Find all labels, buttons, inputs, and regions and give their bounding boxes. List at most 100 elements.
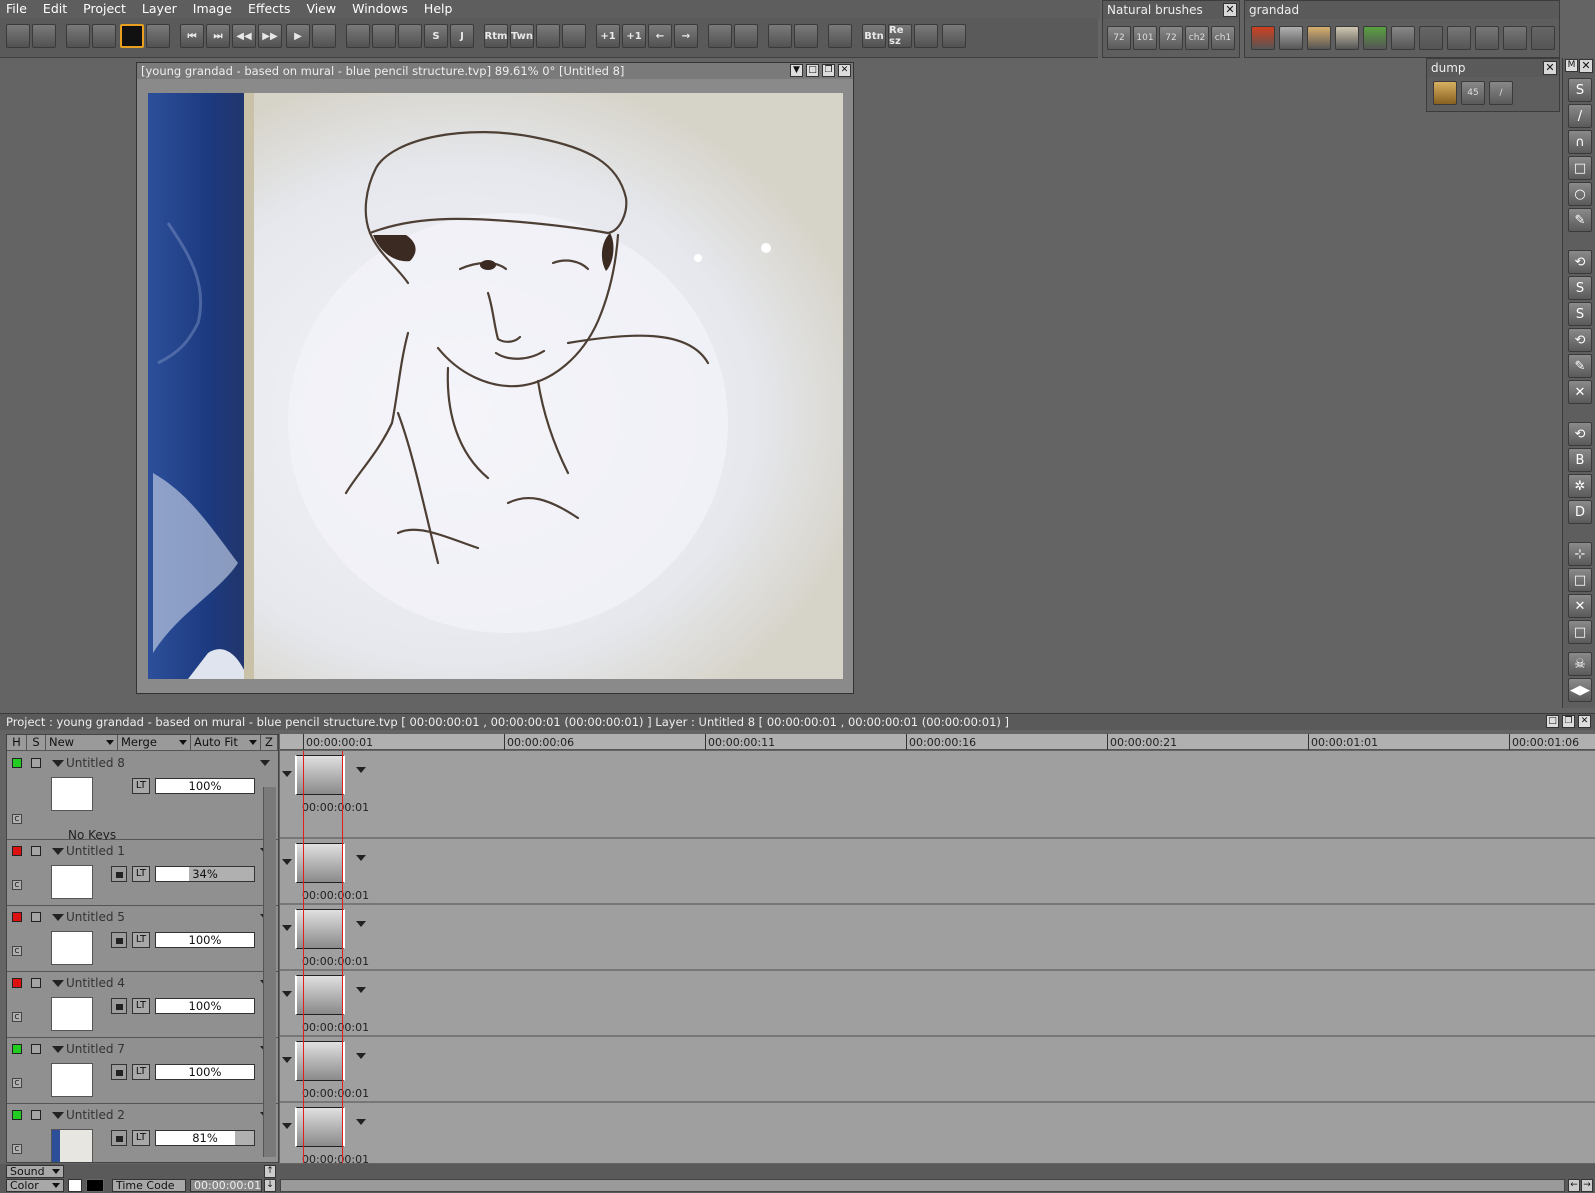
layer-thumbnail[interactable] (51, 1063, 93, 1097)
tool-9[interactable]: ⟲ (1568, 328, 1592, 352)
resize-icon[interactable]: Re sz (888, 24, 912, 48)
layer-color-tag[interactable] (12, 846, 22, 856)
scroll-right-icon[interactable]: → (1581, 1179, 1593, 1192)
layer-thumbnail[interactable] (51, 997, 93, 1031)
add-one-icon[interactable]: +1 (622, 24, 646, 48)
expand-layer-icon[interactable] (52, 914, 64, 927)
layer-color-tag[interactable] (12, 978, 22, 988)
shift-left-icon[interactable]: ← (648, 24, 672, 48)
blank-icon[interactable] (942, 24, 966, 48)
last-frame-icon[interactable]: ⏭ (206, 24, 230, 48)
clip-menu-icon[interactable] (356, 1053, 366, 1064)
layer-row[interactable]: C Untitled 4 LT 100% (7, 972, 278, 1038)
layer-light-table-icon[interactable]: C (12, 946, 22, 956)
lock-icon[interactable] (111, 1130, 127, 1146)
auto-fit-dropdown[interactable]: Auto Fit (191, 735, 261, 750)
layer-light-table-icon[interactable]: C (12, 814, 22, 824)
palette-header[interactable]: M (1565, 59, 1578, 72)
opacity-slider[interactable]: 100% (155, 778, 255, 794)
clip-menu-icon[interactable] (282, 771, 292, 782)
layer-name[interactable]: Untitled 4 (66, 976, 125, 990)
window-icon[interactable] (32, 24, 56, 48)
tool-16[interactable]: ⊹ (1568, 542, 1592, 566)
close-icon[interactable]: ✕ (1223, 3, 1237, 17)
close-icon[interactable]: ✕ (838, 64, 851, 77)
layer-track[interactable]: 00:00:00:01 (280, 905, 1595, 971)
grandad-brush-4[interactable] (1363, 26, 1387, 50)
layer-solo-checkbox[interactable] (31, 978, 41, 988)
timeline-ruler[interactable]: 00:00:00:01 00:00:00:06 00:00:00:11 00:00:0… (280, 734, 1595, 750)
menu-image[interactable]: Image (185, 0, 240, 18)
drawing-canvas[interactable] (148, 93, 843, 679)
close-icon[interactable]: ✕ (1543, 61, 1557, 75)
grandad-brush-10[interactable] (1531, 26, 1555, 50)
background-color-swatch[interactable] (86, 1179, 104, 1192)
layer-name[interactable]: Untitled 2 (66, 1108, 125, 1122)
tool-2[interactable]: ∩ (1568, 130, 1592, 154)
dump-brush-2[interactable]: / (1489, 81, 1513, 105)
layer-thumbnail[interactable] (51, 1129, 93, 1162)
clip-menu-icon[interactable] (282, 925, 292, 936)
camera-icon[interactable] (146, 24, 170, 48)
table-icon[interactable] (708, 24, 732, 48)
insert-icon[interactable] (536, 24, 560, 48)
twn-icon[interactable]: Twn (510, 24, 534, 48)
hand-icon[interactable] (914, 24, 938, 48)
clip-menu-icon[interactable] (356, 1119, 366, 1130)
opacity-slider[interactable]: 100% (155, 1064, 255, 1080)
layer-row[interactable]: C Untitled 1 LT 34% (7, 840, 278, 906)
timeline-hscrollbar[interactable] (280, 1179, 1565, 1192)
cursor-icon[interactable] (372, 24, 396, 48)
play-icon[interactable]: ▶ (286, 24, 310, 48)
layer-track[interactable]: 00:00:00:01 (280, 1103, 1595, 1163)
layer-name[interactable]: Untitled 8 (66, 756, 125, 770)
menu-help[interactable]: Help (416, 0, 461, 18)
first-frame-icon[interactable]: ⏮ (180, 24, 204, 48)
pen-star-icon[interactable] (66, 24, 90, 48)
dropdown-icon[interactable]: ▼ (790, 64, 803, 77)
tool-12[interactable]: ⟲ (1568, 422, 1592, 446)
tool-1[interactable]: / (1568, 104, 1592, 128)
runner-icon[interactable] (312, 24, 336, 48)
menu-view[interactable]: View (298, 0, 344, 18)
layer-name[interactable]: Untitled 7 (66, 1042, 125, 1056)
tool-0[interactable]: S (1568, 78, 1592, 102)
restore-icon[interactable]: ❐ (822, 64, 835, 77)
clip-menu-icon[interactable] (356, 855, 366, 866)
expand-layer-icon[interactable] (52, 1046, 64, 1059)
swap-icon[interactable] (794, 24, 818, 48)
time-code-value[interactable]: 00:00:00:01 (190, 1179, 262, 1192)
layer-color-tag[interactable] (12, 1044, 22, 1054)
layer-scrollbar[interactable] (263, 787, 276, 1157)
menu-layer[interactable]: Layer (134, 0, 185, 18)
grandad-brush-5[interactable] (1391, 26, 1415, 50)
opacity-slider[interactable]: 81% (155, 1130, 255, 1146)
layer-solo-checkbox[interactable] (31, 912, 41, 922)
scroll-left-icon[interactable]: ← (1568, 1179, 1580, 1192)
lt-button[interactable]: LT (132, 778, 150, 794)
layer-light-table-icon[interactable]: C (12, 1078, 22, 1088)
expand-layer-icon[interactable] (52, 848, 64, 861)
grandad-brush-6[interactable] (1419, 26, 1443, 50)
brush-preset-0[interactable]: 72 (1107, 26, 1131, 50)
foreground-color-swatch[interactable] (68, 1179, 82, 1192)
btn-icon[interactable]: Btn (862, 24, 886, 48)
tool-21[interactable]: ◀▶ (1568, 678, 1592, 702)
layer-light-table-icon[interactable]: C (12, 1144, 22, 1154)
tool-7[interactable]: S (1568, 276, 1592, 300)
menu-project[interactable]: Project (75, 0, 134, 18)
sound-dropdown[interactable]: Sound (6, 1165, 64, 1178)
brush-preset-3[interactable]: ch2 (1185, 26, 1209, 50)
layer-row[interactable]: C Untitled 8 LT 100% No Keys (7, 752, 278, 842)
tool-4[interactable]: ○ (1568, 182, 1592, 206)
layer-name[interactable]: Untitled 1 (66, 844, 125, 858)
dump-brush-0[interactable] (1433, 81, 1457, 105)
lock-icon[interactable] (111, 932, 127, 948)
tool-20[interactable]: ☠ (1568, 652, 1592, 676)
screen-icon[interactable] (6, 24, 30, 48)
brush-preset-4[interactable]: ch1 (1211, 26, 1235, 50)
layer-thumbnail[interactable] (51, 865, 93, 899)
table-icon[interactable] (734, 24, 758, 48)
layer-menu-icon[interactable] (260, 760, 270, 771)
tool-19[interactable]: □ (1568, 620, 1592, 644)
